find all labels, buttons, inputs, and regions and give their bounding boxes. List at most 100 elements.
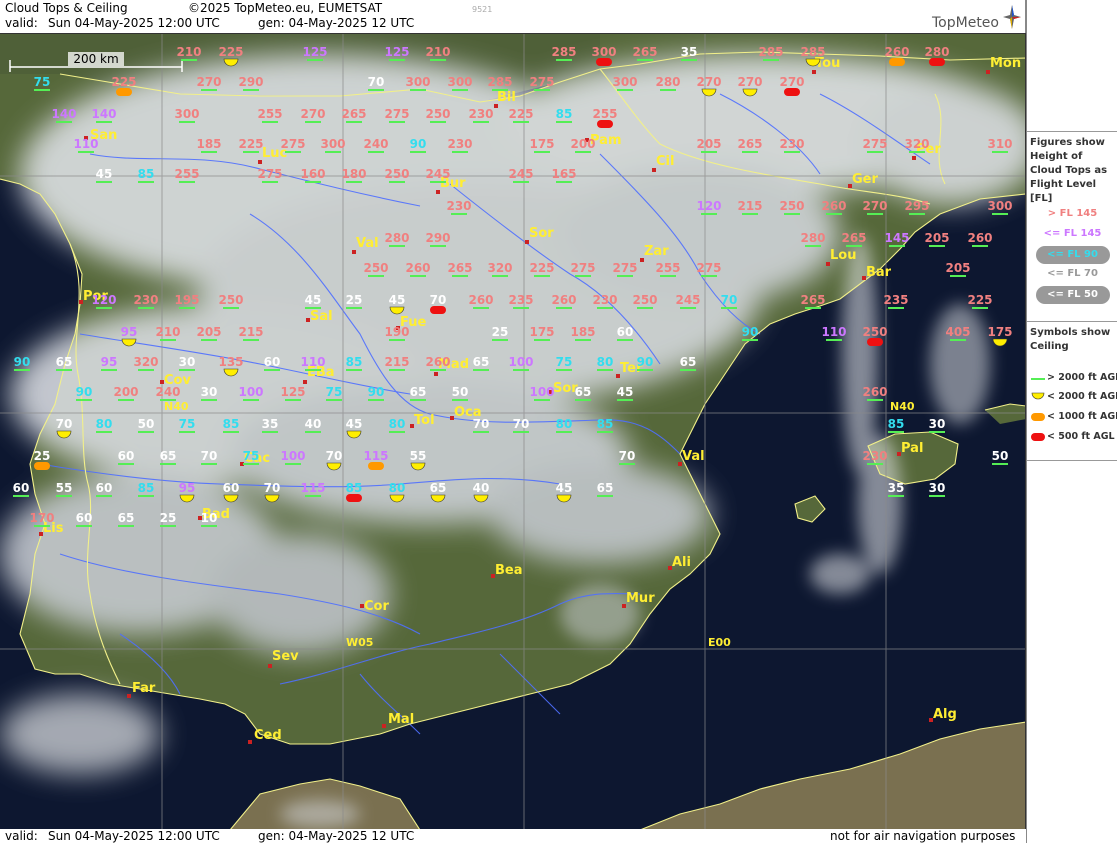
svg-text:Lou: Lou	[830, 248, 856, 263]
cloud-top-value: 255	[592, 107, 617, 121]
cloud-top-label: 280	[655, 75, 681, 91]
cloud-top-label: 45	[96, 167, 112, 183]
cloud-top-label: 65	[410, 385, 426, 401]
cloud-top-value: 260	[425, 355, 450, 369]
cloud-top-label: 275	[862, 137, 888, 153]
cloud-top-value: 90	[76, 385, 93, 399]
cloud-top-label: 285	[551, 45, 577, 61]
cloud-top-label: 25	[492, 325, 508, 341]
cloud-top-label: 65	[430, 481, 447, 503]
cloud-top-value: 85	[346, 355, 363, 369]
cloud-top-value: 275	[529, 75, 554, 89]
cloud-top-label: 125	[280, 385, 306, 401]
cloud-top-value: 260	[551, 293, 576, 307]
cloud-top-label: 30	[929, 417, 945, 433]
cloud-top-value: 230	[862, 449, 887, 463]
cloud-top-value: 145	[884, 231, 909, 245]
cloud-top-value: 100	[508, 355, 533, 369]
cloud-top-label: 255	[257, 107, 283, 123]
svg-text:Alg: Alg	[933, 707, 957, 722]
cloud-top-label: 225	[967, 293, 993, 309]
cloud-top-label: 275	[696, 261, 722, 277]
cloud-top-value: 250	[384, 167, 409, 181]
cloud-top-label: 115	[300, 481, 326, 497]
image-id: 9521	[472, 5, 493, 14]
cloud-top-label: 70	[201, 449, 218, 465]
ceiling-orange-pill-symbol	[116, 88, 132, 96]
topmeteo-logo[interactable]: TopMeteo	[932, 2, 1021, 31]
cloud-top-value: 225	[529, 261, 554, 275]
city-ced: Ced	[248, 728, 282, 744]
cloud-top-value: 260	[468, 293, 493, 307]
cloud-top-label: 300	[447, 75, 473, 91]
svg-text:Ali: Ali	[672, 555, 691, 570]
cloud-top-value: 230	[447, 137, 472, 151]
cloud-top-value: 205	[924, 231, 949, 245]
cloud-top-value: 255	[655, 261, 680, 275]
cloud-top-label: 65	[118, 511, 134, 527]
cloud-top-value: 275	[570, 261, 595, 275]
cloud-top-value: 100	[280, 449, 305, 463]
cloud-top-value: 405	[945, 325, 970, 339]
cloud-top-label: 25	[160, 511, 176, 527]
cloud-top-label: 205	[945, 261, 971, 277]
cloud-top-value: 260	[821, 199, 846, 213]
cloud-top-label: 250	[779, 199, 805, 215]
cloud-top-value: 320	[904, 137, 929, 151]
cloud-top-label: 255	[655, 261, 681, 277]
cloud-top-value: 275	[696, 261, 721, 275]
cloud-top-value: 35	[888, 481, 905, 495]
cloud-top-value: 185	[570, 325, 595, 339]
cloud-top-label: 195	[174, 293, 200, 309]
cloud-top-value: 50	[452, 385, 469, 399]
grid-label-n40-east: N40	[890, 400, 915, 413]
cloud-top-value: 235	[508, 293, 533, 307]
cloud-top-value: 260	[967, 231, 992, 245]
cloud-top-label: 95	[121, 325, 138, 347]
cloud-top-value: 280	[384, 231, 409, 245]
cloud-top-label: 120	[91, 293, 117, 309]
cloud-top-label: 120	[696, 199, 722, 215]
cloud-top-label: 85	[556, 107, 572, 123]
cloud-top-label: 70	[368, 75, 385, 91]
cloud-top-label: 80	[556, 417, 572, 433]
cloud-top-label: 70	[326, 449, 342, 471]
ceiling-red-pill-symbol	[596, 58, 612, 66]
cloud-top-value: 95	[121, 325, 138, 339]
grid-label-n40-west: N40	[164, 400, 189, 413]
cloud-top-label: 255	[174, 167, 200, 183]
cloud-top-label: 60	[76, 511, 92, 527]
cloud-top-value: 70	[368, 75, 385, 89]
ceiling-red-pill-symbol	[784, 88, 800, 96]
grid-label-w05: W05	[346, 636, 373, 649]
cloud-top-label: 205	[696, 137, 722, 153]
cloud-top-value: 295	[904, 199, 929, 213]
cloud-top-value: 65	[680, 355, 697, 369]
cloud-top-value: 65	[430, 481, 447, 495]
cloud-top-value: 205	[196, 325, 221, 339]
ceiling-red-pill-symbol	[346, 494, 362, 502]
cloud-top-label: 75	[34, 75, 50, 91]
cloud-top-label: 110	[300, 355, 326, 371]
cloud-top-label: 175	[529, 325, 555, 341]
cloud-top-label: 85	[597, 417, 613, 433]
grid-label-e00: E00	[708, 636, 731, 649]
cloud-top-value: 165	[551, 167, 576, 181]
cloud-top-label: 95	[179, 481, 195, 503]
cloud-top-label: 140	[51, 107, 77, 123]
city-ger: Ger	[848, 172, 878, 188]
cloud-top-label: 85	[346, 355, 363, 371]
ceiling-orange-pill-symbol	[368, 462, 384, 470]
cloud-top-label: 65	[575, 385, 591, 401]
cloud-top-value: 70	[201, 449, 218, 463]
legend-fl-le-90: <= FL 90	[1027, 246, 1117, 264]
cloud-top-label: 240	[155, 385, 181, 401]
cloud-top-label: 275	[612, 261, 638, 277]
cloud-top-label: 235	[508, 293, 534, 309]
cloud-top-value: 285	[800, 45, 825, 59]
cloud-top-label: 75	[556, 355, 572, 371]
ceiling-red-pill-icon	[1031, 433, 1045, 441]
satellite-map[interactable]: 200 km N40 N40 W05 E00 San Luc Bur Bil P…	[0, 33, 1026, 829]
cloud-top-label: 165	[551, 167, 577, 183]
cloud-top-label: 300	[987, 199, 1013, 215]
